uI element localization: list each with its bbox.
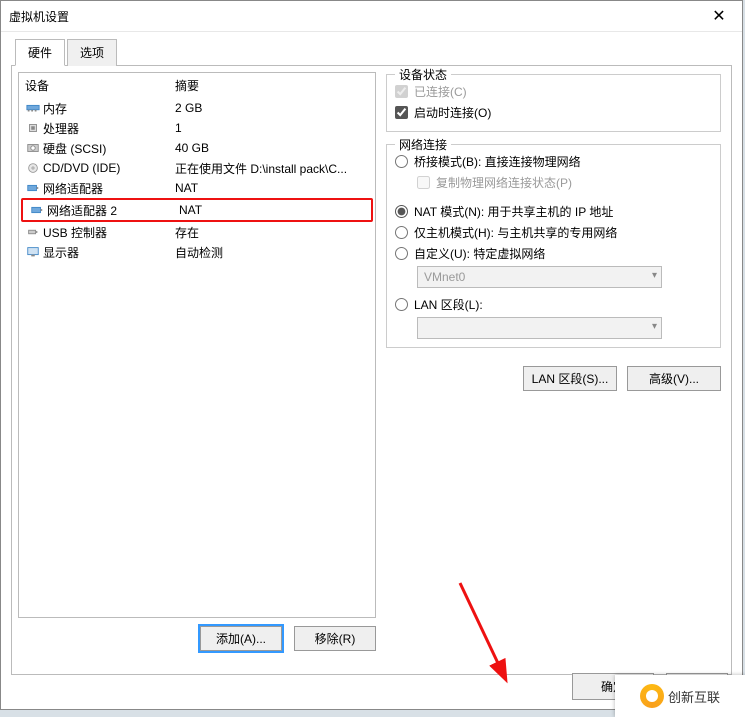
device-row[interactable]: 显示器自动检测 <box>19 242 375 262</box>
bridged-label: 桥接模式(B): 直接连接物理网络 <box>414 153 581 170</box>
lan-segments-button[interactable]: LAN 区段(S)... <box>523 366 617 391</box>
connect-at-poweron-checkbox[interactable]: 启动时连接(O) <box>395 102 712 123</box>
nat-input[interactable] <box>395 205 408 218</box>
device-summary: 40 GB <box>175 141 369 155</box>
device-summary: NAT <box>179 203 365 217</box>
device-summary: 存在 <box>175 224 369 241</box>
device-icon <box>25 245 41 259</box>
connect-at-poweron-input[interactable] <box>395 106 408 119</box>
device-state-legend: 设备状态 <box>395 66 451 83</box>
device-row[interactable]: CD/DVD (IDE)正在使用文件 D:\install pack\C... <box>19 158 375 178</box>
device-name: 硬盘 (SCSI) <box>43 140 175 157</box>
hardware-right-column: 设备状态 已连接(C) 启动时连接(O) 网络连接 桥接模式(B): 直接连接物 <box>382 72 725 668</box>
replicate-input <box>417 176 430 189</box>
hostonly-input[interactable] <box>395 226 408 239</box>
vm-settings-window: 虚拟机设置 ✕ 硬件 选项 设备 摘要 内存2 GB处理器1硬盘 (SCSI)4… <box>0 0 743 710</box>
connected-label: 已连接(C) <box>414 83 467 100</box>
tabpanel-hardware: 设备 摘要 内存2 GB处理器1硬盘 (SCSI)40 GBCD/DVD (ID… <box>11 65 732 675</box>
connect-at-poweron-label: 启动时连接(O) <box>414 104 491 121</box>
device-icon <box>25 101 41 115</box>
device-row[interactable]: 网络适配器 2NAT <box>21 198 373 222</box>
device-name: USB 控制器 <box>43 224 175 241</box>
header-device: 设备 <box>25 77 175 94</box>
device-icon <box>25 225 41 239</box>
close-icon[interactable]: ✕ <box>704 6 734 26</box>
device-name: CD/DVD (IDE) <box>43 161 175 175</box>
chevron-down-icon: ▾ <box>652 270 657 281</box>
hostonly-label: 仅主机模式(H): 与主机共享的专用网络 <box>414 224 617 241</box>
window-title: 虚拟机设置 <box>9 8 704 25</box>
tab-options[interactable]: 选项 <box>67 39 117 66</box>
lan-segment-radio[interactable]: LAN 区段(L): <box>395 294 712 315</box>
device-icon <box>25 141 41 155</box>
custom-network-value: VMnet0 <box>424 270 465 284</box>
client-area: 硬件 选项 设备 摘要 内存2 GB处理器1硬盘 (SCSI)40 GBCD/D… <box>1 32 742 710</box>
watermark-icon <box>640 684 664 708</box>
remove-button[interactable]: 移除(R) <box>294 626 376 651</box>
device-icon <box>25 181 41 195</box>
device-icon <box>29 203 45 217</box>
network-legend: 网络连接 <box>395 136 451 153</box>
custom-label: 自定义(U): 特定虚拟网络 <box>414 245 545 262</box>
device-summary: NAT <box>175 181 369 195</box>
tab-hardware[interactable]: 硬件 <box>15 39 65 66</box>
device-row[interactable]: 内存2 GB <box>19 98 375 118</box>
titlebar: 虚拟机设置 ✕ <box>1 1 742 32</box>
custom-radio[interactable]: 自定义(U): 特定虚拟网络 <box>395 243 712 264</box>
device-summary: 自动检测 <box>175 244 369 261</box>
custom-network-combo: VMnet0 ▾ <box>417 266 662 288</box>
lan-segment-label: LAN 区段(L): <box>414 296 483 313</box>
device-row[interactable]: USB 控制器存在 <box>19 222 375 242</box>
nat-label: NAT 模式(N): 用于共享主机的 IP 地址 <box>414 203 613 220</box>
device-list[interactable]: 设备 摘要 内存2 GB处理器1硬盘 (SCSI)40 GBCD/DVD (ID… <box>18 72 376 618</box>
device-list-buttons: 添加(A)... 移除(R) <box>18 618 376 651</box>
device-name: 网络适配器 <box>43 180 175 197</box>
device-summary: 正在使用文件 D:\install pack\C... <box>175 160 369 177</box>
hostonly-radio[interactable]: 仅主机模式(H): 与主机共享的专用网络 <box>395 222 712 243</box>
hardware-left-column: 设备 摘要 内存2 GB处理器1硬盘 (SCSI)40 GBCD/DVD (ID… <box>18 72 376 668</box>
custom-input[interactable] <box>395 247 408 260</box>
device-icon <box>25 121 41 135</box>
device-icon <box>25 161 41 175</box>
bridged-radio[interactable]: 桥接模式(B): 直接连接物理网络 <box>395 151 712 172</box>
add-button[interactable]: 添加(A)... <box>200 626 282 651</box>
right-buttons: LAN 区段(S)... 高级(V)... <box>386 366 721 391</box>
device-name: 网络适配器 2 <box>47 202 179 219</box>
bridged-input[interactable] <box>395 155 408 168</box>
chevron-down-icon: ▾ <box>652 321 657 332</box>
replicate-label: 复制物理网络连接状态(P) <box>436 174 572 191</box>
device-summary: 1 <box>175 121 369 135</box>
device-row[interactable]: 网络适配器NAT <box>19 178 375 198</box>
advanced-button[interactable]: 高级(V)... <box>627 366 721 391</box>
header-summary: 摘要 <box>175 77 369 94</box>
nat-radio[interactable]: NAT 模式(N): 用于共享主机的 IP 地址 <box>395 201 712 222</box>
device-row[interactable]: 处理器1 <box>19 118 375 138</box>
device-row[interactable]: 硬盘 (SCSI)40 GB <box>19 138 375 158</box>
network-connection-fieldset: 网络连接 桥接模式(B): 直接连接物理网络 复制物理网络连接状态(P) NAT… <box>386 144 721 348</box>
watermark-text: 创新互联 <box>668 687 720 706</box>
device-summary: 2 GB <box>175 101 369 115</box>
device-name: 内存 <box>43 100 175 117</box>
device-state-fieldset: 设备状态 已连接(C) 启动时连接(O) <box>386 74 721 132</box>
connected-input <box>395 85 408 98</box>
watermark-badge: 创新互联 <box>615 675 745 717</box>
lan-segment-combo: ▾ <box>417 317 662 339</box>
replicate-checkbox: 复制物理网络连接状态(P) <box>417 172 712 193</box>
device-list-header: 设备 摘要 <box>19 73 375 98</box>
lan-segment-input[interactable] <box>395 298 408 311</box>
tabstrip: 硬件 选项 <box>11 39 732 66</box>
device-name: 显示器 <box>43 244 175 261</box>
connected-checkbox: 已连接(C) <box>395 81 712 102</box>
device-name: 处理器 <box>43 120 175 137</box>
